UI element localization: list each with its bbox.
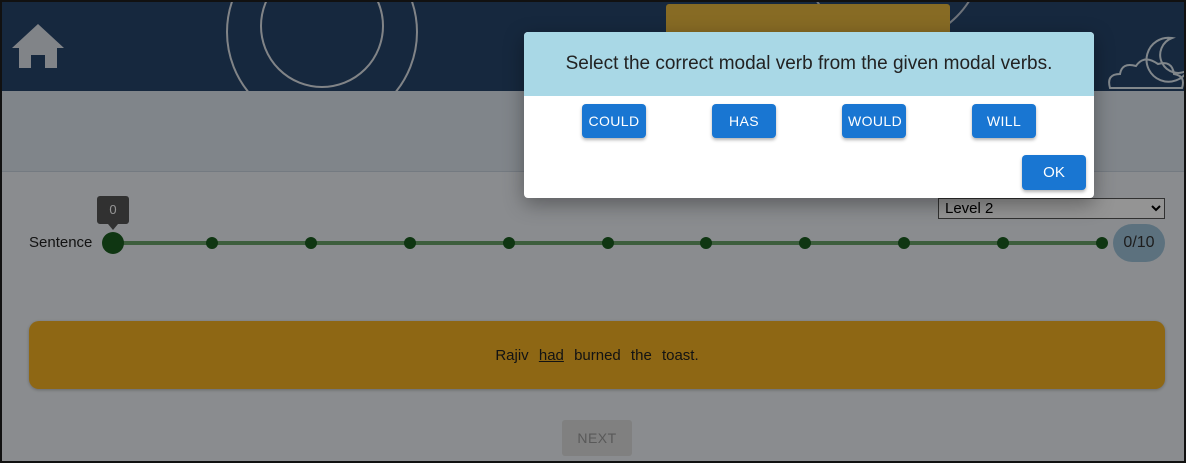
option-would-button[interactable]: WOULD <box>842 104 906 138</box>
option-will-button[interactable]: WILL <box>972 104 1036 138</box>
option-could-button[interactable]: COULD <box>582 104 646 138</box>
ok-button[interactable]: OK <box>1022 155 1086 190</box>
dialog-title: Select the correct modal verb from the g… <box>524 32 1094 96</box>
app-frame: Sentence 0 0/10 Level 2 Rajiv had burned… <box>0 0 1186 463</box>
option-has-button[interactable]: HAS <box>712 104 776 138</box>
modal-dialog: Select the correct modal verb from the g… <box>524 32 1094 198</box>
